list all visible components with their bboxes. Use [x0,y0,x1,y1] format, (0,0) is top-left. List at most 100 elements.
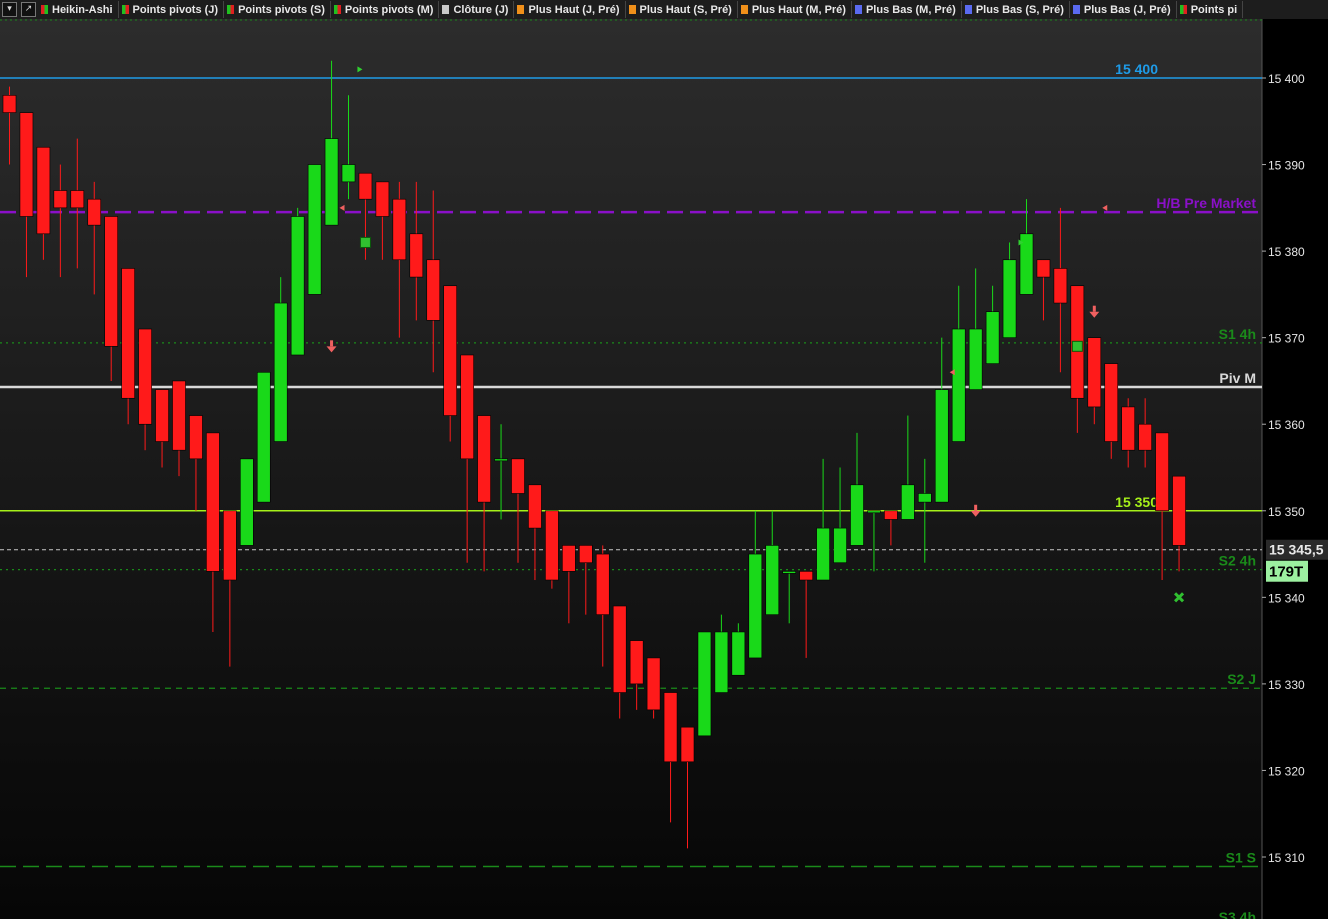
axis-background [1262,19,1328,919]
candle-body [934,389,949,503]
candle-body [324,138,339,226]
candle-body [1138,423,1152,451]
level-label: 15 400 [1115,61,1158,77]
candle-body [1172,475,1186,546]
candle-body [341,164,356,183]
axis-tick-label: 15 400 [1268,72,1305,86]
candle-body [206,432,220,572]
volume-label: 179T [1269,564,1303,581]
candle-body [748,553,763,659]
candle-body [951,328,966,442]
level-label: H/B Pre Market [1156,195,1256,211]
candle-body [1121,406,1135,451]
candle-body [53,190,68,209]
candle-body [612,605,627,693]
candle-body [138,328,152,425]
candle-body [70,190,85,209]
candle-body [867,510,881,514]
candle-body [36,146,51,235]
candle-body [816,527,830,581]
candle-body [578,545,593,564]
candle-body [1036,259,1051,278]
candle-body [460,354,474,460]
candle-body [290,216,305,356]
candle-body [121,268,135,399]
candle-body [409,233,424,278]
candle-body [189,415,203,460]
axis-tick-label: 15 340 [1268,591,1305,605]
candle[interactable] [646,657,661,719]
candle-body [663,692,678,763]
candle-body [273,302,288,442]
candle-body [901,484,915,520]
candle-body [850,484,864,546]
candle-body [799,571,813,581]
level-label: S2 4h [1219,553,1256,569]
candle-body [375,181,390,217]
candle-body [731,631,746,676]
candle-body [782,571,797,574]
axis-tick-label: 15 390 [1268,159,1305,173]
axis-tick-label: 15 330 [1268,678,1305,692]
candle-body [1002,259,1017,338]
candle-body [562,545,576,572]
candle-body [680,726,695,763]
axis-tick-label: 15 380 [1268,245,1305,259]
candle-body [1087,337,1102,408]
signal-square-icon [1071,340,1083,352]
candle-body [511,458,525,494]
candle-body [629,640,644,685]
axis-tick-label: 15 360 [1268,418,1305,432]
candle[interactable] [256,371,271,503]
candle-body [256,371,271,503]
axis-tick-label: 15 320 [1268,764,1305,778]
level-label: S2 J [1227,671,1256,687]
candle-body [714,631,729,693]
axis-tick-label: 15 370 [1268,332,1305,346]
candle-body [477,415,491,503]
candle-body [494,458,508,462]
candle-body [2,95,17,113]
candle-body [443,285,458,416]
candle-body [646,657,661,711]
candle-body [223,510,237,581]
candle-body [697,631,712,737]
candle-body [1104,363,1119,442]
axis-tick-label: 15 310 [1268,851,1305,865]
level-label: Piv M [1219,370,1256,386]
candle[interactable] [697,631,712,737]
candle-body [917,493,932,503]
candle[interactable] [307,164,322,295]
candle-body [968,328,983,390]
level-label: 15 350 [1115,494,1158,510]
candle-body [155,389,169,442]
candle-body [426,259,441,321]
candle-body [87,198,102,226]
candle-body [833,527,847,564]
candle[interactable] [545,510,559,589]
candle-body [307,164,322,295]
candle-body [392,198,407,261]
level-label: S1 S [1226,850,1256,866]
current-price-label: 15 345,5 [1269,542,1324,558]
candle-body [1155,432,1169,512]
plot-background [0,19,1262,919]
candle-body [358,172,373,200]
candle[interactable] [290,207,305,356]
candle[interactable] [240,458,254,546]
candle-body [172,380,186,451]
candle-body [884,510,898,520]
candle-body [595,553,610,615]
candle-body [985,311,1000,364]
signal-square-icon [359,236,371,248]
candle-body [545,510,559,581]
candle-body [1053,268,1068,304]
candle-body [104,216,118,347]
level-label: S3 4h [1219,909,1256,919]
price-chart[interactable]: 15 400 H/B Pre Market S1 4h Piv M 15 350 S2 4… [0,0,1328,919]
candle-body [240,458,254,546]
candle-body [19,112,34,217]
level-label: S1 4h [1219,326,1256,342]
axis-tick-label: 15 350 [1268,505,1305,519]
candle-body [765,545,780,615]
